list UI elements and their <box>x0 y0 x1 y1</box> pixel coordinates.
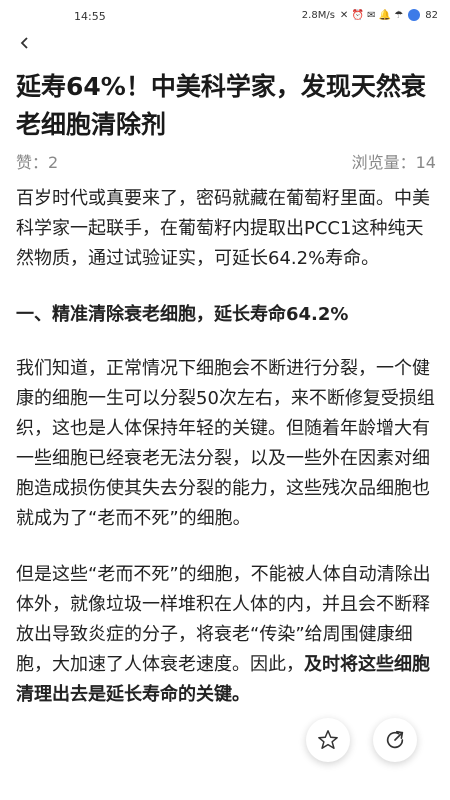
status-icons: ✕ ⏰ ✉ 🔔 ☂ <box>339 9 404 21</box>
section-heading: 一、精准清除衰老细胞，延长寿命64.2% <box>16 304 349 325</box>
nav-bar <box>0 28 450 58</box>
chevron-left-icon <box>20 37 28 49</box>
star-icon <box>318 730 338 749</box>
paragraph: 但是这些“老而不死”的细胞，不能被人体自动清除出体外，就像垃圾一样堆积在人体的内… <box>16 560 436 710</box>
article-title: 延寿64%！中美科学家，发现天然衰老细胞清除剂 <box>16 72 426 139</box>
status-bar: 14:55 2.8M/s ✕ ⏰ ✉ 🔔 ☂ 82 <box>0 0 450 30</box>
status-time: 14:55 <box>74 10 106 23</box>
share-icon <box>386 730 404 749</box>
status-indicators: 2.8M/s ✕ ⏰ ✉ 🔔 ☂ 82 <box>302 9 438 21</box>
like-count: 赞：2 <box>16 153 59 172</box>
paragraph: 我们知道，正常情况下细胞会不断进行分裂，一个健康的细胞一生可以分裂50次左右，来… <box>16 358 435 529</box>
article-meta: 赞：2 浏览量：14 <box>16 149 436 173</box>
battery-icon <box>408 9 421 21</box>
network-speed: 2.8M/s <box>301 9 335 21</box>
paragraph: 百岁时代或真要来了，密码就藏在葡萄籽里面。中美科学家一起联手，在葡萄籽内提取出P… <box>16 188 430 269</box>
battery-level: 82 <box>425 9 438 21</box>
view-count: 浏览量：14 <box>351 153 436 172</box>
favorite-button[interactable] <box>306 718 350 762</box>
article-body: 百岁时代或真要来了，密码就藏在葡萄籽里面。中美科学家一起联手，在葡萄籽内提取出P… <box>16 184 436 736</box>
back-button[interactable] <box>12 30 38 56</box>
share-button[interactable] <box>373 718 417 762</box>
